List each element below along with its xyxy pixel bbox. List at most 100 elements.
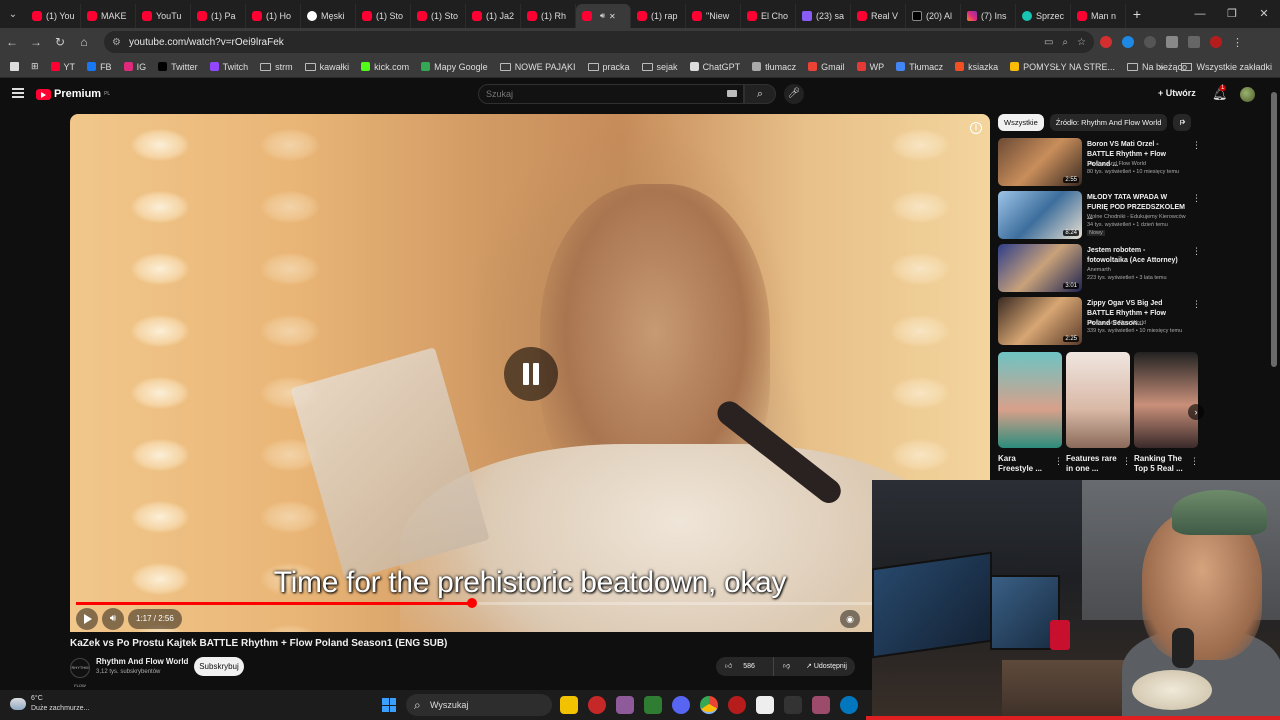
- browser-tab[interactable]: 🔊︎ ✕: [576, 4, 631, 28]
- maximize-button[interactable]: ❐: [1216, 0, 1248, 28]
- info-icon[interactable]: i: [970, 122, 982, 134]
- tab-label[interactable]: (1) Pa: [211, 11, 236, 21]
- share-label[interactable]: Udostępnij: [814, 663, 847, 670]
- filter-chip[interactable]: Źródło: Rhythm And Flow World: [1049, 114, 1168, 131]
- video-thumbnail[interactable]: 8:24: [998, 191, 1082, 239]
- voice-search-button[interactable]: 🎤︎: [784, 84, 804, 104]
- recommendation-title[interactable]: Jestem robotem - fotowoltaika (Ace Attor…: [1087, 246, 1187, 266]
- cast-icon[interactable]: ▭: [1044, 37, 1053, 48]
- browser-tab[interactable]: (1) Ja2: [466, 4, 521, 28]
- share-button[interactable]: ↗ Udostępnij: [798, 657, 855, 676]
- app-icon[interactable]: [812, 696, 830, 714]
- tab-label[interactable]: Man n: [1091, 11, 1116, 21]
- bookmark-item[interactable]: Gmail: [802, 62, 851, 72]
- play-button[interactable]: [76, 608, 98, 630]
- app-icon[interactable]: [588, 696, 606, 714]
- more-options-icon[interactable]: ⋮: [1054, 456, 1063, 467]
- bookmark-item[interactable]: Twitter: [152, 62, 204, 72]
- bookmark-item[interactable]: IG: [118, 62, 153, 72]
- browser-tab[interactable]: "Niew: [686, 4, 741, 28]
- bookmark-item[interactable]: sejak: [636, 62, 684, 72]
- bookmark-item[interactable]: ChatGPT: [684, 62, 747, 72]
- chevron-right-icon[interactable]: »: [1158, 62, 1163, 72]
- chips-chevron-right-icon[interactable]: ›: [1182, 116, 1186, 128]
- forward-arrow-icon[interactable]: →: [24, 35, 48, 49]
- recommendation-channel[interactable]: Rhythm And Flow World: [1087, 320, 1146, 326]
- short-thumbnail[interactable]: [998, 352, 1062, 448]
- opera-icon[interactable]: [728, 696, 746, 714]
- recommendation-channel[interactable]: Wolne Chodniki - Edukujemy Kierowców: [1087, 214, 1186, 220]
- app-icon[interactable]: [784, 696, 802, 714]
- recommendation-item[interactable]: 8:24 MŁODY TATA WPADA W FURIĘ POD PRZEDSZ…: [998, 191, 1201, 241]
- bookmark-label[interactable]: kick.com: [374, 62, 409, 72]
- tab-label[interactable]: YouTu: [156, 11, 181, 21]
- bookmark-label[interactable]: ChatGPT: [703, 62, 741, 72]
- recommendation-item[interactable]: 2:55 Boron VS Mati Orzel - BATTLE Rhythm …: [998, 138, 1201, 188]
- short-title[interactable]: Features rare in one ...: [1066, 454, 1120, 474]
- tab-label[interactable]: (1) Ho: [266, 11, 291, 21]
- reload-icon[interactable]: ↻: [48, 35, 72, 49]
- minimize-button[interactable]: —: [1184, 0, 1216, 28]
- scrollbar[interactable]: [1271, 92, 1277, 367]
- site-info-icon[interactable]: ⚙: [112, 37, 121, 48]
- tab-label[interactable]: (1) Ja2: [486, 11, 514, 21]
- file-explorer-icon[interactable]: [560, 696, 578, 714]
- recommendation-channel[interactable]: Rhythm And Flow World: [1087, 161, 1146, 167]
- bookmark-label[interactable]: Tłumacz: [909, 62, 943, 72]
- search-placeholder[interactable]: Szukaj: [486, 89, 513, 99]
- windows-start-icon[interactable]: [382, 698, 396, 712]
- bookmark-label[interactable]: Twitch: [223, 62, 249, 72]
- extension-icon[interactable]: [1122, 36, 1134, 48]
- browser-tab[interactable]: (7) Ins: [961, 4, 1016, 28]
- progress-scrubber[interactable]: [467, 598, 477, 608]
- browser-tab[interactable]: (1) Rh: [521, 4, 576, 28]
- more-options-icon[interactable]: ⋮: [1192, 140, 1201, 151]
- create-button[interactable]: + Utwórz: [1158, 88, 1196, 98]
- bookmark-label[interactable]: ksiazka: [968, 62, 998, 72]
- bookmark-item[interactable]: POMYSŁY NA STRE...: [1004, 62, 1121, 72]
- hamburger-menu-icon[interactable]: [12, 88, 24, 98]
- more-options-icon[interactable]: ⋮: [1122, 456, 1131, 467]
- bookmark-item[interactable]: kick.com: [355, 62, 415, 72]
- bookmark-label[interactable]: WP: [870, 62, 885, 72]
- create-label[interactable]: Utwórz: [1166, 88, 1196, 98]
- zoom-icon[interactable]: ⌕: [1062, 37, 1068, 48]
- bookmark-item[interactable]: kawałki: [299, 62, 356, 72]
- bookmark-label[interactable]: tłumacz: [765, 62, 796, 72]
- bookmark-label[interactable]: Gmail: [821, 62, 845, 72]
- all-bookmarks-label[interactable]: Wszystkie zakładki: [1196, 62, 1272, 72]
- video-thumbnail[interactable]: 2:55: [998, 138, 1082, 186]
- bookmark-item[interactable]: WP: [851, 62, 891, 72]
- bookmark-label[interactable]: YT: [64, 62, 76, 72]
- browser-tab[interactable]: (1) Pa: [191, 4, 246, 28]
- channel-avatar[interactable]: RHYTHM FLOW: [70, 658, 90, 688]
- subscribe-button[interactable]: Subskrybuj: [194, 657, 244, 676]
- bookmark-label[interactable]: IG: [137, 62, 147, 72]
- tab-label[interactable]: (23) sa: [816, 11, 844, 21]
- bookmark-item[interactable]: strm: [254, 62, 299, 72]
- tab-label[interactable]: Sprzec: [1036, 11, 1064, 21]
- tab-label[interactable]: Męski: [321, 11, 345, 21]
- bookmark-label[interactable]: sejak: [657, 62, 678, 72]
- tab-label[interactable]: Real V: [871, 11, 898, 21]
- browser-tab[interactable]: YouTu: [136, 4, 191, 28]
- app-icon[interactable]: [616, 696, 634, 714]
- extension-icon[interactable]: [1144, 36, 1156, 48]
- more-options-icon[interactable]: ⋮: [1192, 299, 1201, 310]
- shield-icon[interactable]: [644, 696, 662, 714]
- tab-label[interactable]: "Niew: [706, 11, 729, 21]
- reading-list-icon[interactable]: [1188, 36, 1200, 48]
- video-player[interactable]: i Time for the prehistoric beatdown, oka…: [70, 114, 990, 632]
- discord-icon[interactable]: [672, 696, 690, 714]
- progress-bar[interactable]: [76, 598, 976, 608]
- bookmark-item[interactable]: Mapy Google: [415, 62, 494, 72]
- bookmark-label[interactable]: Twitter: [171, 62, 198, 72]
- like-button[interactable]: 👍︎ 586: [716, 657, 773, 676]
- tab-label[interactable]: (20) Al: [926, 11, 952, 21]
- browser-tab[interactable]: MAKE: [81, 4, 136, 28]
- tab-label[interactable]: (1) Rh: [541, 11, 566, 21]
- bookmark-label[interactable]: NOWE PAJĄKI: [515, 62, 576, 72]
- apps-icon[interactable]: [4, 62, 25, 71]
- short-title[interactable]: Kara Freestyle ...: [998, 454, 1052, 474]
- tab-label[interactable]: (1) Sto: [431, 11, 458, 21]
